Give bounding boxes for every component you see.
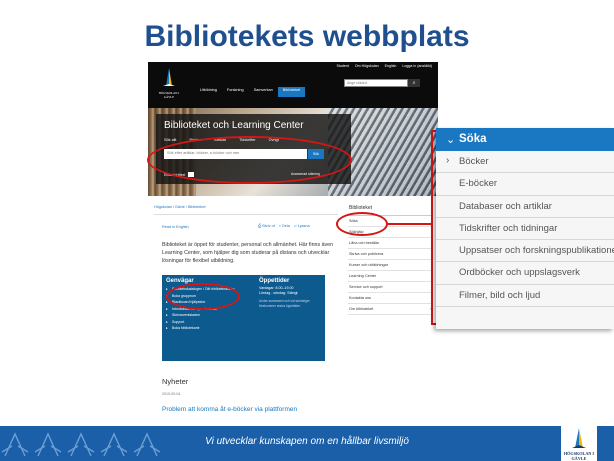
- site-header: HÖGSKOLAN I GÄVLE Student Om Högskolan E…: [148, 62, 438, 108]
- menu-item-tidskrifter[interactable]: Tidskrifter och tidningar: [436, 218, 614, 241]
- sidebar-item-learning-center[interactable]: Learning Center: [348, 271, 433, 282]
- sidebar-item-soka[interactable]: Söka: [348, 216, 433, 227]
- news-date: 2019-09-04: [162, 392, 181, 396]
- library-sidebar: Biblioteket Söka Sökhjälp Låna och bestä…: [348, 204, 433, 315]
- menu-item-filmer[interactable]: Filmer, bild och ljud: [436, 285, 614, 308]
- share-button[interactable]: < Dela: [279, 224, 290, 228]
- sidebar-item-om[interactable]: Om biblioteket ›: [348, 304, 433, 315]
- news-headline-link[interactable]: Problem att komma åt e-böcker via plattf…: [162, 406, 297, 413]
- breadcrumb[interactable]: Högskolan i Gävle / Biblioteket: [154, 205, 206, 209]
- sidebar-item-sokhjalp[interactable]: Sökhjälp: [348, 227, 433, 238]
- sidebar-item-lana[interactable]: Låna och beställa: [348, 238, 433, 249]
- sidebar-item-kurser[interactable]: Kurser och utbildningar: [348, 260, 433, 271]
- slide-footer: Vi utvecklar kunskapen om en hållbar liv…: [0, 426, 614, 461]
- hig-logo-text: HÖGSKOLAN I GÄVLE: [158, 91, 180, 99]
- library-search-button[interactable]: Sök: [308, 149, 324, 159]
- top-links: Student Om Högskolan English Logga in (a…: [336, 64, 432, 68]
- footer-slogan: Vi utvecklar kunskapen om en hållbar liv…: [205, 436, 409, 447]
- menu-header-label: Söka: [459, 133, 487, 145]
- chevron-down-icon: ⌄: [446, 134, 456, 146]
- news-heading: Nyheter: [162, 377, 189, 386]
- library-search-box: Biblioteket och Learning Center Sök allt…: [156, 114, 351, 184]
- library-website-screenshot: HÖGSKOLAN I GÄVLE Student Om Högskolan E…: [148, 62, 438, 427]
- hig-logo[interactable]: HÖGSKOLAN I GÄVLE: [154, 66, 184, 100]
- menu-item-bocker[interactable]: › Böcker: [436, 151, 614, 174]
- nav-biblioteket[interactable]: Biblioteket: [277, 87, 306, 97]
- fulltext-label: Endast fulltext: [164, 172, 186, 177]
- checkbox-box[interactable]: [188, 172, 195, 177]
- nav-utbildning[interactable]: Utbildning: [195, 87, 222, 97]
- shortcuts-column: Genvägar Bibliotekskatalogen / Ditt bibl…: [166, 278, 248, 332]
- shortcut-book-librarian[interactable]: Boka bibliotekarie: [166, 325, 248, 332]
- main-nav: Utbildning Forskning Samverkan Bibliotek…: [195, 87, 306, 97]
- print-button[interactable]: ⎙ Skriv ut: [258, 224, 275, 228]
- annotation-line-horizontal: [388, 223, 432, 225]
- nav-samverkan[interactable]: Samverkan: [249, 87, 278, 97]
- tab-articles[interactable]: Artiklar: [214, 138, 226, 142]
- chevron-right-icon: ›: [446, 155, 450, 166]
- library-search-input[interactable]: Sök efter artiklar, böcker, e-böcker och…: [164, 149, 307, 159]
- slide-title: Bibliotekets webbplats: [144, 20, 470, 53]
- hours-heading: Öppettider: [259, 278, 290, 284]
- hero-title: Biblioteket och Learning Center: [164, 120, 304, 131]
- nav-forskning[interactable]: Forskning: [222, 87, 249, 97]
- hours-weekend: Lördag - söndag: Stängt: [259, 291, 298, 295]
- sidebar-item-service[interactable]: Service och support: [348, 282, 433, 293]
- sidebar-heading: Biblioteket: [348, 204, 433, 216]
- soka-menu: ⌄ Söka › Böcker E-böcker Databaser och a…: [436, 128, 614, 329]
- tab-books[interactable]: Böcker: [189, 138, 201, 142]
- divider: [154, 214, 338, 215]
- menu-item-databaser[interactable]: Databaser och artiklar: [436, 196, 614, 218]
- sidebar-item-kontakt[interactable]: Kontakta oss: [348, 293, 433, 304]
- search-tabs: Sök allt Böcker Artiklar Tidskrifter Övr…: [164, 138, 279, 142]
- site-search-button[interactable]: ⌕: [408, 79, 420, 87]
- page-tools: ⎙ Skriv ut < Dela ♫ Lyssna: [258, 224, 310, 228]
- services-box: Genvägar Bibliotekskatalogen / Ditt bibl…: [162, 275, 325, 361]
- listen-button[interactable]: ♫ Lyssna: [294, 224, 310, 228]
- search-icon: ⌕: [412, 80, 416, 86]
- menu-item-e-bocker[interactable]: E-böcker: [436, 173, 614, 196]
- slide: Bibliotekets webbplats HÖGSKOLAN I GÄVLE…: [0, 0, 614, 461]
- fulltext-checkbox[interactable]: Endast fulltext: [164, 172, 195, 177]
- top-link-english[interactable]: English: [385, 64, 397, 68]
- advanced-search-link[interactable]: Avancerad sökning: [291, 172, 320, 176]
- footer-logo-text: HÖGSKOLAN I GÄVLE: [563, 451, 595, 461]
- annotation-line-vertical: [431, 130, 433, 325]
- hig-footer-logo: HÖGSKOLAN I GÄVLE: [561, 426, 597, 461]
- hero-banner: Biblioteket och Learning Center Sök allt…: [148, 108, 438, 196]
- hig-logo-icon: [572, 428, 586, 448]
- shortcuts-heading: Genvägar: [166, 278, 194, 284]
- tab-search-all[interactable]: Sök allt: [164, 138, 176, 142]
- top-link-student[interactable]: Student: [336, 64, 348, 68]
- menu-header-soka[interactable]: ⌄ Söka: [436, 128, 614, 151]
- tab-other[interactable]: Övrigt: [269, 138, 279, 142]
- read-in-english-link[interactable]: Read in English: [162, 225, 189, 229]
- hig-logo-icon: [163, 68, 175, 86]
- intro-text: Biblioteket är öppet för studenter, pers…: [162, 242, 334, 264]
- site-search-input[interactable]: Ange sökord: [344, 79, 408, 87]
- sidebar-item-skriva[interactable]: Skriva och publicera: [348, 249, 433, 260]
- menu-item-uppsatser[interactable]: Uppsatser och forskningspublikationer: [436, 240, 614, 263]
- menu-list: › Böcker E-böcker Databaser och artiklar…: [436, 151, 614, 308]
- top-link-login[interactable]: Logga in (anställd): [402, 64, 432, 68]
- top-link-about[interactable]: Om Högskolan: [355, 64, 379, 68]
- tab-journals[interactable]: Tidskrifter: [239, 138, 256, 142]
- hours-column: Öppettider Vardagar: 8.00–19.00 Lördag -…: [259, 278, 323, 308]
- menu-item-ordbocker[interactable]: Ordböcker och uppslagsverk: [436, 262, 614, 285]
- hours-note: Under sommaren och vid storhelger föreko…: [259, 299, 310, 308]
